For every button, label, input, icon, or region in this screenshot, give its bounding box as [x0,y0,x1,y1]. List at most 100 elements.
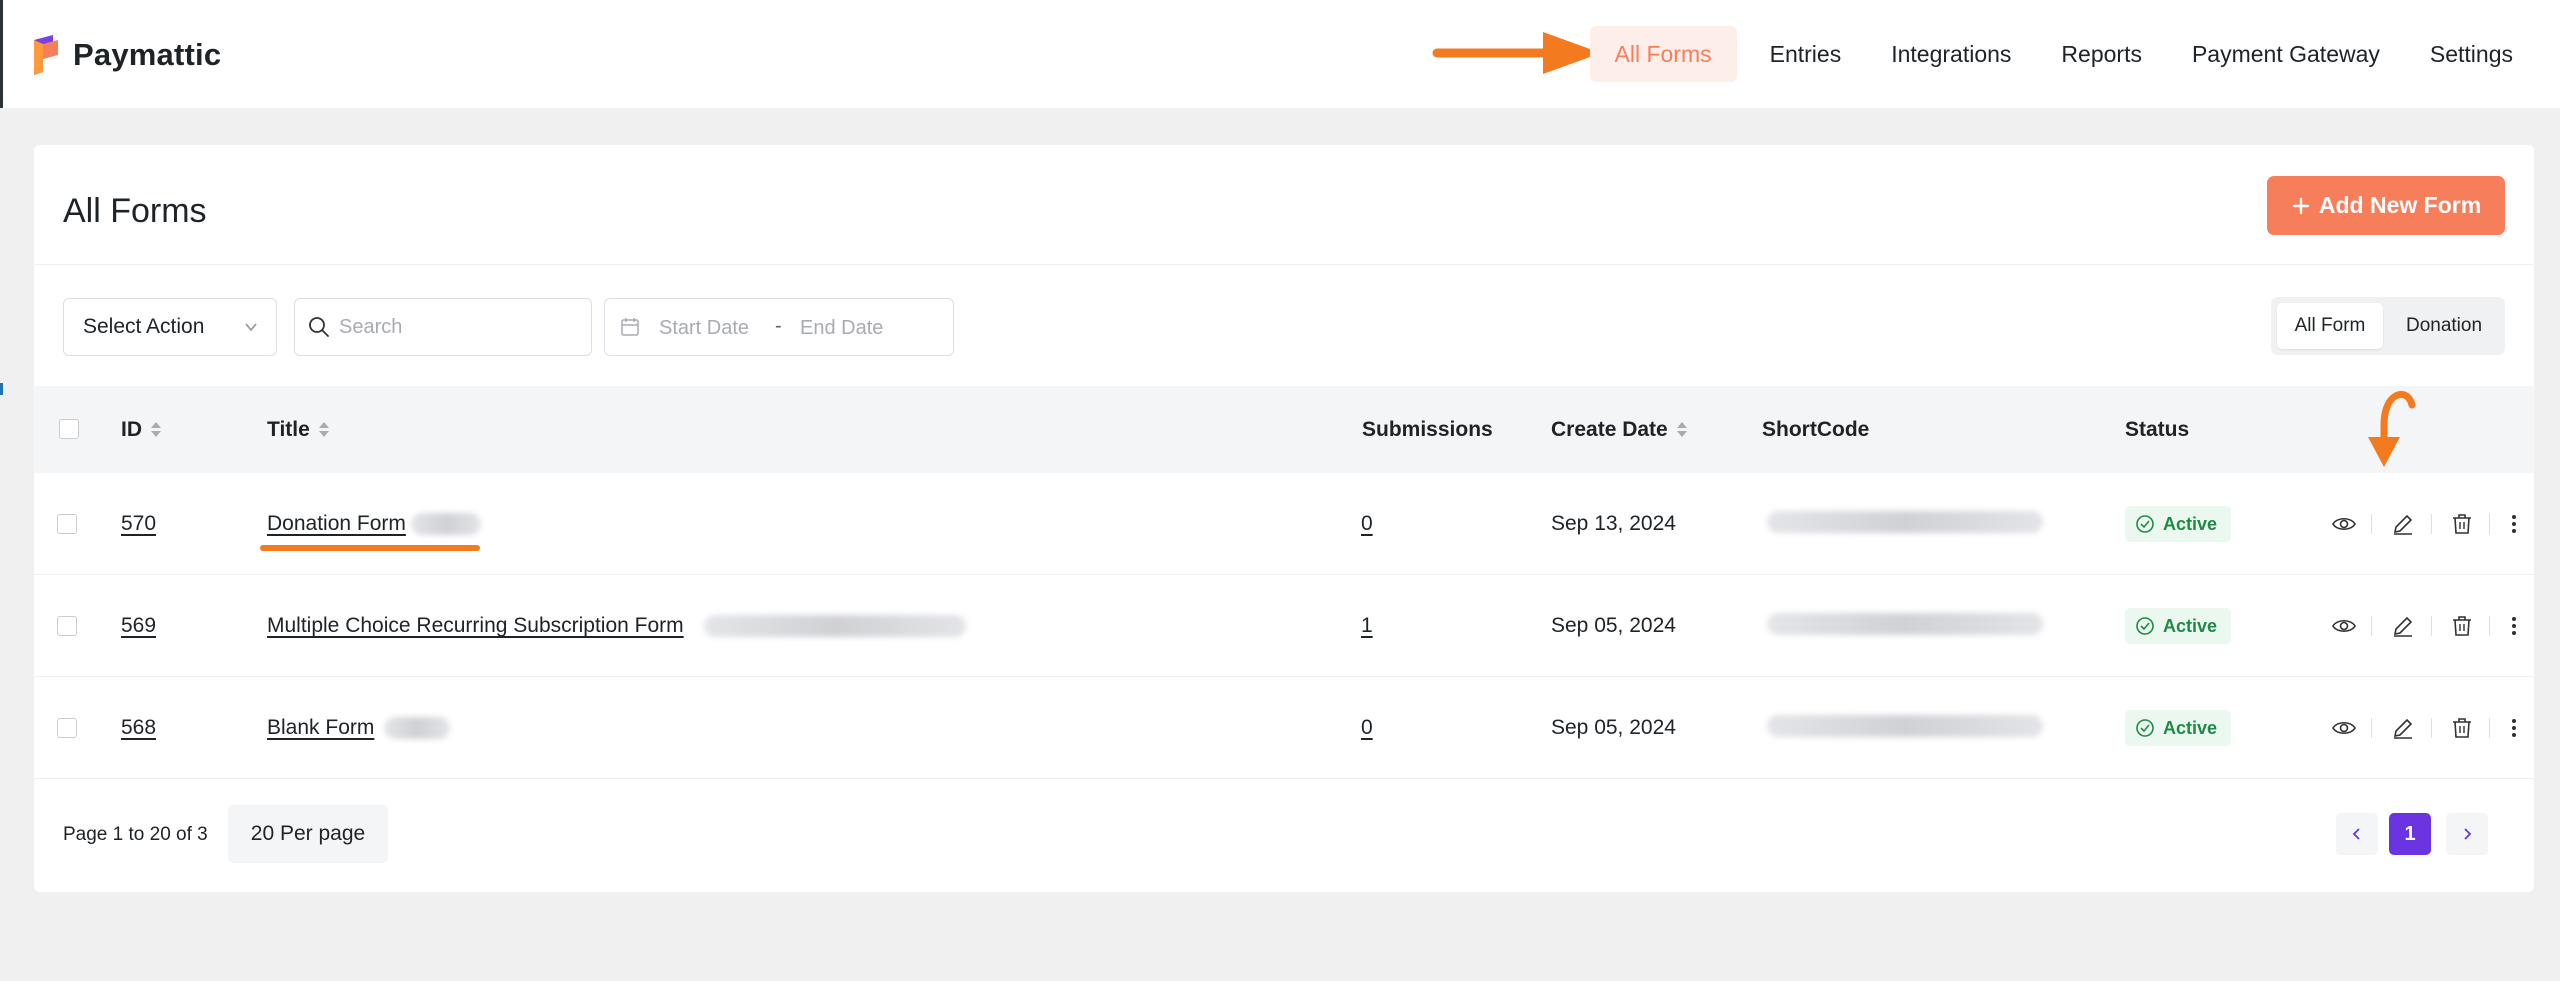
table-row: 569 Multiple Choice Recurring Subscripti… [34,575,2534,677]
arrow-annotation-icon [2368,391,2416,467]
redacted-shortcode[interactable] [1767,511,2043,533]
more-vertical-icon[interactable] [2501,613,2527,639]
action-divider [2431,514,2432,534]
column-create-date[interactable]: Create Date [1551,386,1688,473]
plus-icon [2292,197,2310,214]
add-new-form-button[interactable]: Add New Form [2267,176,2505,235]
redacted-shortcode[interactable] [1767,613,2043,635]
paymattic-logo-icon [34,35,58,75]
nav-settings[interactable]: Settings [2405,26,2538,82]
main-nav: All Forms Entries Integrations Reports P… [1589,26,2539,82]
column-submissions: Submissions [1362,386,1493,473]
check-circle-icon [2136,515,2154,533]
action-divider [2489,616,2490,636]
row-checkbox[interactable] [57,718,77,738]
search-field[interactable] [294,298,592,356]
row-actions [2296,575,2526,676]
title-underline-annotation [260,545,480,551]
column-shortcode: ShortCode [1762,386,1869,473]
check-circle-icon [2136,719,2154,737]
status-badge: Active [2125,608,2232,644]
row-checkbox[interactable] [57,514,77,534]
more-vertical-icon[interactable] [2501,715,2527,741]
table-header: ID Title Submissions Create Date ShortCo… [34,386,2534,473]
create-date: Sep 05, 2024 [1551,716,1676,739]
create-date: Sep 05, 2024 [1551,614,1676,637]
nav-entries[interactable]: Entries [1745,26,1867,82]
eye-icon[interactable] [2331,715,2357,741]
eye-icon[interactable] [2331,613,2357,639]
action-divider [2371,514,2372,534]
nav-integrations[interactable]: Integrations [1866,26,2036,82]
page-button-current[interactable]: 1 [2389,813,2431,855]
end-date-input[interactable]: End Date [800,317,883,340]
column-title-label: Title [267,418,310,441]
pencil-icon[interactable] [2390,613,2416,639]
chevron-left-icon [2352,828,2360,840]
action-divider [2371,718,2372,738]
form-type-filter: All Form Donation [2271,297,2505,355]
bulk-action-select[interactable]: Select Action [63,298,277,356]
bulk-action-value: Select Action [83,315,205,338]
sidebar-edge-marker [0,383,3,395]
pencil-icon[interactable] [2390,715,2416,741]
sort-icon[interactable] [318,421,330,439]
date-range-picker[interactable]: Start Date - End Date [604,298,954,356]
redacted-title-suffix [384,717,450,739]
column-submissions-label: Submissions [1362,418,1493,441]
filter-donation[interactable]: Donation [2389,303,2499,349]
form-id-link[interactable]: 569 [121,575,156,676]
date-separator: - [775,315,782,337]
submissions-link[interactable]: 0 [1361,473,1373,574]
arrow-annotation-icon [1432,32,1601,74]
trash-icon[interactable] [2449,715,2475,741]
status-label: Active [2163,514,2218,534]
brand[interactable]: Paymattic [31,34,221,76]
search-icon [309,317,329,337]
trash-icon[interactable] [2449,613,2475,639]
table-row: 570 Donation Form 0 Sep 13, 2024 Active [34,473,2534,575]
check-circle-icon [2136,617,2154,635]
pencil-icon[interactable] [2390,511,2416,537]
row-checkbox[interactable] [57,616,77,636]
form-id-link[interactable]: 568 [121,677,156,778]
form-title-link[interactable]: Donation Form [267,473,406,574]
prev-page-button[interactable] [2336,813,2378,855]
redacted-shortcode[interactable] [1767,715,2043,737]
action-divider [2489,718,2490,738]
action-divider [2489,514,2490,534]
nav-payment-gateway[interactable]: Payment Gateway [2167,26,2405,82]
column-title[interactable]: Title [267,386,330,473]
form-title-link[interactable]: Blank Form [267,677,374,778]
eye-icon[interactable] [2331,511,2357,537]
submissions-link[interactable]: 0 [1361,677,1373,778]
table-row: 568 Blank Form 0 Sep 05, 2024 Active [34,677,2534,779]
nav-all-forms[interactable]: All Forms [1589,26,1737,82]
redacted-title-suffix [704,615,966,637]
action-divider [2431,616,2432,636]
header-divider [34,264,2534,265]
form-id-link[interactable]: 570 [121,473,156,574]
row-actions [2296,677,2526,778]
search-input[interactable] [339,311,579,343]
redacted-title-suffix [411,513,481,535]
column-id-label: ID [121,418,142,441]
start-date-input[interactable]: Start Date [659,317,749,340]
status-label: Active [2163,718,2218,738]
app-name: Paymattic [73,37,222,72]
more-vertical-icon[interactable] [2501,511,2527,537]
form-title-link[interactable]: Multiple Choice Recurring Subscription F… [267,575,684,676]
select-all-checkbox[interactable] [59,419,79,439]
sort-icon[interactable] [1676,421,1688,439]
chevron-down-icon [244,299,258,377]
add-new-form-label: Add New Form [2318,192,2482,218]
per-page-select[interactable]: 20 Per page [228,805,388,863]
submissions-link[interactable]: 1 [1361,575,1373,676]
column-id[interactable]: ID [121,386,162,473]
sort-icon[interactable] [150,421,162,439]
nav-reports[interactable]: Reports [2036,26,2167,82]
trash-icon[interactable] [2449,511,2475,537]
next-page-button[interactable] [2446,813,2488,855]
row-actions [2296,473,2526,574]
filter-all-form[interactable]: All Form [2277,303,2383,349]
